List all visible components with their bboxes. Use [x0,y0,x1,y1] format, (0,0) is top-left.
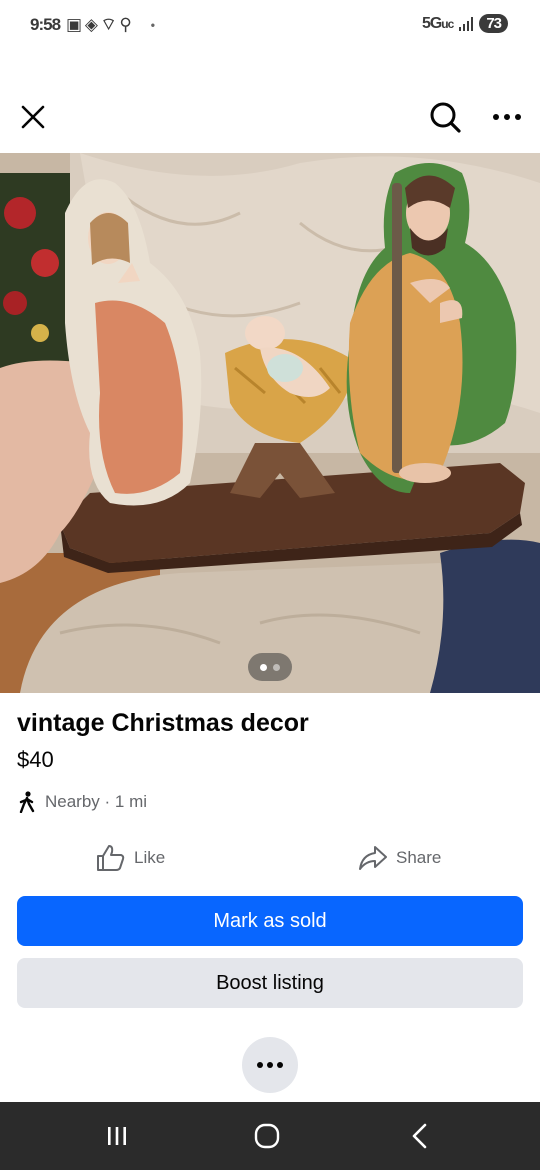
battery-indicator: 73 [479,14,508,33]
search-button[interactable] [422,88,468,146]
recent-apps-button[interactable] [82,1102,152,1170]
back-chevron-icon [412,1123,427,1149]
search-icon [430,102,461,133]
share-button[interactable]: Share [358,835,441,881]
location-text: Nearby · 1 mi [45,792,148,811]
close-icon [21,105,45,129]
more-options-button[interactable] [484,88,530,146]
nativity-photo-illustration [0,153,540,693]
pager-dot [273,663,280,671]
walking-person-icon [19,791,35,813]
more-dot [267,1062,273,1068]
android-nav-bar [0,1102,540,1170]
thumbs-up-icon [97,845,125,871]
more-actions-button[interactable] [242,1037,298,1093]
like-label: Like [134,848,166,867]
listing-location: Nearby · 1 mi [17,791,147,813]
network-indicator: 5Guc [421,14,454,32]
home-button[interactable] [232,1102,302,1170]
status-bar: 9:58 ▣ ◈ ⌔ ⚲ • 5Guc 73 [0,0,540,52]
pager-dot-active [260,663,267,671]
more-dot [277,1062,283,1068]
recent-apps-icon [108,1127,126,1145]
status-left: 9:58 ▣ ◈ ⌔ ⚲ • [30,14,155,35]
more-dot [257,1062,263,1068]
signal-icon [459,16,474,31]
close-button[interactable] [10,88,56,146]
photo-pager [248,653,292,681]
mark-as-sold-button[interactable]: Mark as sold [17,896,523,946]
share-label: Share [396,848,442,867]
home-icon [254,1123,280,1149]
boost-listing-button[interactable]: Boost listing [17,958,523,1008]
listing-title: vintage Christmas decor [17,709,309,737]
status-time: 9:58 [30,14,61,34]
share-arrow-icon [359,846,387,870]
like-button[interactable]: Like [96,835,165,881]
status-notification-icons: ▣ ◈ ⌔ ⚲ [66,15,132,34]
status-right: 5Guc 73 [422,14,508,33]
back-button[interactable] [384,1102,454,1170]
listing-photo[interactable] [0,153,540,693]
status-dot: • [150,17,155,32]
more-horizontal-icon [493,114,521,120]
top-nav [0,88,540,146]
actions-row: Like Share [0,835,540,881]
listing-price: $40 [17,747,54,772]
